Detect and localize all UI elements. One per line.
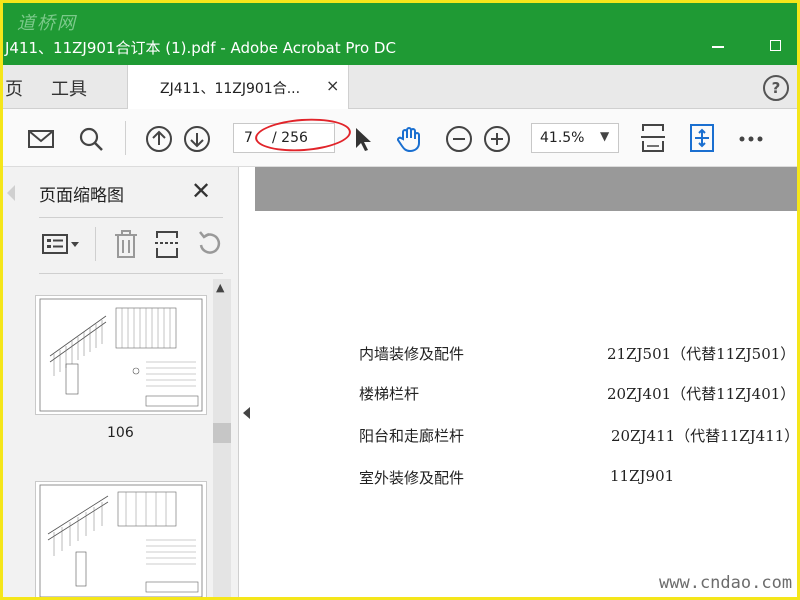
- row-code: 20ZJ411（代替11ZJ411）: [611, 427, 800, 445]
- collapse-sidebar-icon[interactable]: [243, 407, 250, 419]
- chevron-down-icon: ▼: [600, 129, 610, 143]
- close-tab-icon[interactable]: ×: [326, 76, 339, 95]
- document-row: 阳台和走廊栏杆 20ZJ411（代替11ZJ411）: [255, 425, 797, 449]
- row-name: 阳台和走廊栏杆: [359, 427, 465, 445]
- thumbnail-options-icon[interactable]: [41, 229, 81, 259]
- page-thumbnail[interactable]: [35, 295, 207, 415]
- zoom-out-icon[interactable]: [445, 125, 473, 153]
- tab-bar: 页 工具 ZJ411、11ZJ901合... × ?: [3, 65, 797, 109]
- rotate-icon[interactable]: [195, 229, 225, 259]
- tools-menu[interactable]: 工具: [51, 75, 87, 101]
- sidebar-divider: [39, 273, 223, 274]
- page-up-icon[interactable]: [145, 125, 173, 153]
- row-code: 21ZJ501（代替11ZJ501）: [607, 345, 796, 363]
- delete-icon[interactable]: [111, 229, 141, 259]
- row-name: 内墙装修及配件: [359, 345, 465, 363]
- zoom-value: 41.5%: [540, 130, 585, 146]
- thumbnail-page-number: 106: [107, 425, 134, 441]
- sidebar-divider: [39, 217, 223, 218]
- search-icon[interactable]: [77, 125, 105, 153]
- minimize-icon: [712, 46, 724, 48]
- document-background-strip: [255, 167, 797, 211]
- main-toolbar: 7 / 256 41.5% ▼: [3, 109, 797, 167]
- sidebar-tool-separator: [95, 227, 96, 261]
- row-name: 楼梯栏杆: [359, 385, 420, 403]
- home-menu[interactable]: 页: [5, 75, 23, 101]
- page-thumbnail[interactable]: [35, 481, 207, 597]
- close-icon[interactable]: ✕: [191, 177, 211, 205]
- help-icon[interactable]: ?: [763, 75, 789, 101]
- scrollbar-thumb[interactable]: [213, 423, 231, 443]
- screenshot-frame: 道桥网 J411、11ZJ901合订本 (1).pdf - Adobe Acro…: [0, 0, 800, 600]
- row-name: 室外装修及配件: [359, 469, 465, 487]
- page-current[interactable]: 7: [244, 130, 253, 146]
- watermark-bottom: www.cndao.com: [659, 573, 793, 593]
- minimize-button[interactable]: [703, 33, 733, 59]
- toolbar-separator: [125, 121, 126, 155]
- insert-page-icon[interactable]: [153, 229, 183, 259]
- watermark-top: 道桥网: [17, 13, 77, 34]
- document-row: 内墙装修及配件 21ZJ501（代替11ZJ501）: [255, 343, 797, 367]
- fit-page-icon[interactable]: [639, 121, 667, 155]
- page-thumbnail-drawing: [39, 484, 203, 597]
- maximize-icon: [770, 40, 781, 51]
- row-code: 20ZJ401（代替11ZJ401）: [607, 385, 796, 403]
- select-arrow-icon[interactable]: [349, 125, 377, 153]
- more-icon[interactable]: [737, 125, 765, 153]
- zoom-in-icon[interactable]: [483, 125, 511, 153]
- scroll-mode-icon[interactable]: [689, 123, 715, 153]
- document-row: 室外装修及配件 11ZJ901: [255, 467, 797, 491]
- thumbnail-scrollbar[interactable]: ▲: [213, 279, 231, 597]
- document-tab[interactable]: ZJ411、11ZJ901合... ×: [127, 65, 349, 109]
- document-tab-label: ZJ411、11ZJ901合...: [160, 81, 301, 97]
- thumbnail-sidebar: 页面缩略图 ✕ ▲ 106: [3, 167, 239, 597]
- sidebar-notch: [7, 185, 15, 201]
- page-down-icon[interactable]: [183, 125, 211, 153]
- document-view: 内墙装修及配件 21ZJ501（代替11ZJ501） 楼梯栏杆 20ZJ401（…: [255, 167, 797, 597]
- maximize-button[interactable]: [761, 33, 791, 59]
- row-code: 11ZJ901: [610, 467, 675, 485]
- hand-icon[interactable]: [395, 125, 423, 153]
- page-thumbnail-drawing: [39, 298, 203, 412]
- sidebar-title: 页面缩略图: [39, 186, 124, 206]
- title-bar: 道桥网 J411、11ZJ901合订本 (1).pdf - Adobe Acro…: [3, 3, 797, 65]
- zoom-dropdown[interactable]: 41.5% ▼: [531, 123, 619, 153]
- chevron-up-icon[interactable]: ▲: [216, 281, 224, 294]
- document-row: 楼梯栏杆 20ZJ401（代替11ZJ401）: [255, 383, 797, 407]
- window-title: J411、11ZJ901合订本 (1).pdf - Adobe Acrobat …: [5, 39, 396, 57]
- mail-icon[interactable]: [27, 125, 55, 153]
